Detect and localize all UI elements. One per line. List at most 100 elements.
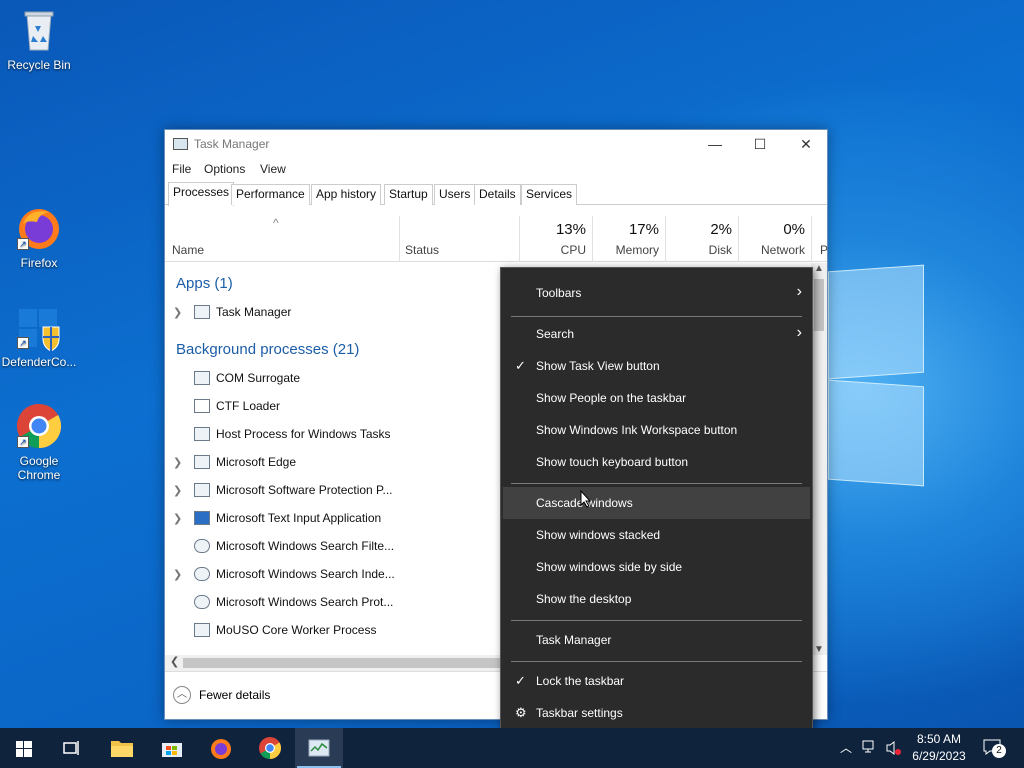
start-button[interactable] [0, 728, 48, 768]
firefox-taskbar-button[interactable] [197, 728, 245, 768]
volume-muted-icon[interactable] [885, 740, 903, 759]
table-row[interactable]: ❯ Microsoft Software Protection P... [165, 477, 501, 505]
sort-up-icon: ^ [273, 216, 279, 230]
table-row[interactable]: Microsoft Windows Search Prot... [165, 589, 501, 617]
tab-details[interactable]: Details [474, 184, 521, 205]
column-disk[interactable]: Disk [671, 243, 732, 257]
menu-item-task-manager[interactable]: Task Manager [503, 624, 810, 656]
menu-item-show-windows-stacked[interactable]: Show windows stacked [503, 519, 810, 551]
menu-view[interactable]: View [260, 162, 286, 176]
action-center-button[interactable]: 2 [982, 738, 1010, 758]
process-name: Microsoft Edge [216, 455, 297, 469]
horizontal-scrollbar[interactable]: ❮ [165, 655, 505, 671]
desktop-icon-firefox[interactable]: ↗ Firefox [1, 204, 77, 270]
menu-item-label: Show Task View button [536, 359, 660, 373]
chevron-right-icon[interactable]: ❯ [173, 306, 182, 319]
scroll-down-icon[interactable]: ▼ [814, 644, 824, 655]
chrome-icon: ↗ [15, 402, 63, 450]
tab-performance[interactable]: Performance [231, 184, 310, 205]
table-row[interactable]: MoUSO Core Worker Process [165, 617, 501, 645]
chrome-taskbar-button[interactable] [246, 728, 294, 768]
clock-time[interactable]: 8:50 AM [912, 732, 966, 746]
table-row[interactable]: ❯ Task Manager [165, 299, 501, 327]
folder-icon [111, 741, 133, 757]
window-title: Task Manager [194, 137, 270, 151]
search-service-icon [194, 595, 210, 609]
tab-processes[interactable]: Processes [168, 182, 235, 206]
chevron-right-icon[interactable]: ❯ [173, 512, 182, 525]
taskbar[interactable]: ︿ 8:50 AM 6/29/2023 2 [0, 728, 1024, 768]
task-manager-icon [308, 739, 330, 757]
menu-item-lock-taskbar[interactable]: ✓ Lock the taskbar [503, 665, 810, 697]
maximize-button[interactable]: ☐ [737, 130, 783, 158]
column-cpu[interactable]: CPU [525, 243, 586, 257]
shortcut-arrow-icon: ↗ [17, 238, 29, 250]
menu-item-taskbar-settings[interactable]: ⚙ Taskbar settings [503, 697, 810, 729]
table-row[interactable]: ❯ Microsoft Edge [165, 449, 501, 477]
tab-app-history[interactable]: App history [311, 184, 382, 205]
menu-item-label: Show People on the taskbar [536, 391, 687, 405]
column-network[interactable]: Network [744, 243, 805, 257]
tab-users[interactable]: Users [434, 184, 476, 205]
chevron-right-icon[interactable]: ❯ [173, 484, 182, 497]
table-row[interactable]: CTF Loader [165, 393, 501, 421]
menu-item-show-people[interactable]: Show People on the taskbar [503, 382, 810, 414]
microsoft-store-button[interactable] [148, 728, 196, 768]
menu-item-show-touch-keyboard[interactable]: Show touch keyboard button [503, 446, 810, 478]
defender-shield-icon: ↗ [15, 303, 63, 352]
process-icon [194, 455, 210, 469]
column-power-cut[interactable]: P [820, 243, 828, 257]
chevron-right-icon[interactable]: ❯ [173, 568, 182, 581]
chevron-right-icon[interactable]: ❯ [173, 456, 182, 469]
fewer-details-label: Fewer details [199, 688, 271, 702]
checkmark-icon: ✓ [515, 673, 526, 688]
menu-item-cascade-windows[interactable]: Cascade windows [503, 487, 810, 519]
chrome-icon [259, 737, 281, 759]
process-name: Microsoft Windows Search Inde... [216, 567, 395, 581]
process-icon [194, 427, 210, 441]
tab-startup[interactable]: Startup [384, 184, 433, 205]
menu-item-toolbars[interactable]: Toolbars › [503, 277, 810, 309]
vertical-scrollbar[interactable]: ▲ ▼ [811, 263, 827, 655]
menu-item-show-task-view[interactable]: ✓ Show Task View button [503, 350, 810, 382]
menu-item-label: Show touch keyboard button [536, 455, 689, 469]
column-status[interactable]: Status [405, 243, 439, 257]
table-row[interactable]: Host Process for Windows Tasks [165, 421, 501, 449]
column-memory[interactable]: Memory [598, 243, 659, 257]
store-icon [162, 743, 182, 757]
process-icon [194, 483, 210, 497]
table-row[interactable]: ❯ Microsoft Text Input Application [165, 505, 501, 533]
table-row[interactable]: COM Surrogate [165, 365, 501, 393]
desktop-icon-label: DefenderCo... [1, 355, 77, 369]
minimize-button[interactable]: — [692, 130, 738, 158]
scroll-left-icon[interactable]: ❮ [170, 655, 179, 668]
chevron-right-icon: › [796, 324, 802, 341]
desktop-icon-recycle-bin[interactable]: Recycle Bin [1, 6, 77, 72]
menu-item-search[interactable]: Search › [503, 318, 810, 350]
menu-item-show-side-by-side[interactable]: Show windows side by side [503, 551, 810, 583]
menu-item-show-ink-workspace[interactable]: Show Windows Ink Workspace button [503, 414, 810, 446]
task-view-button[interactable] [48, 728, 96, 768]
table-row[interactable]: ❯ Microsoft Windows Search Inde... [165, 561, 501, 589]
clock-date[interactable]: 6/29/2023 [908, 749, 970, 763]
menu-item-show-desktop[interactable]: Show the desktop [503, 583, 810, 615]
process-icon [194, 623, 210, 637]
tab-services[interactable]: Services [521, 184, 578, 205]
column-name[interactable]: Name [172, 243, 204, 257]
show-hidden-icons-chevron-icon[interactable]: ︿ [840, 739, 852, 756]
menu-file[interactable]: File [172, 162, 191, 176]
desktop-icon-defenderco[interactable]: ↗ DefenderCo... [1, 303, 77, 369]
file-explorer-button[interactable] [98, 728, 146, 768]
scroll-up-icon[interactable]: ▲ [814, 263, 824, 274]
desktop-icon-google-chrome[interactable]: ↗ Google Chrome [1, 402, 77, 482]
task-manager-icon [173, 138, 188, 150]
menu-item-label: Show Windows Ink Workspace button [536, 423, 738, 437]
search-service-icon [194, 567, 210, 581]
task-manager-taskbar-button[interactable] [295, 728, 343, 768]
title-bar[interactable]: Task Manager — ☐ ✕ [165, 130, 827, 158]
menu-options[interactable]: Options [204, 162, 245, 176]
network-icon[interactable] [862, 740, 878, 757]
table-row[interactable]: Microsoft Windows Search Filte... [165, 533, 501, 561]
menu-item-label: Toolbars [536, 286, 582, 300]
close-button[interactable]: ✕ [783, 130, 829, 158]
